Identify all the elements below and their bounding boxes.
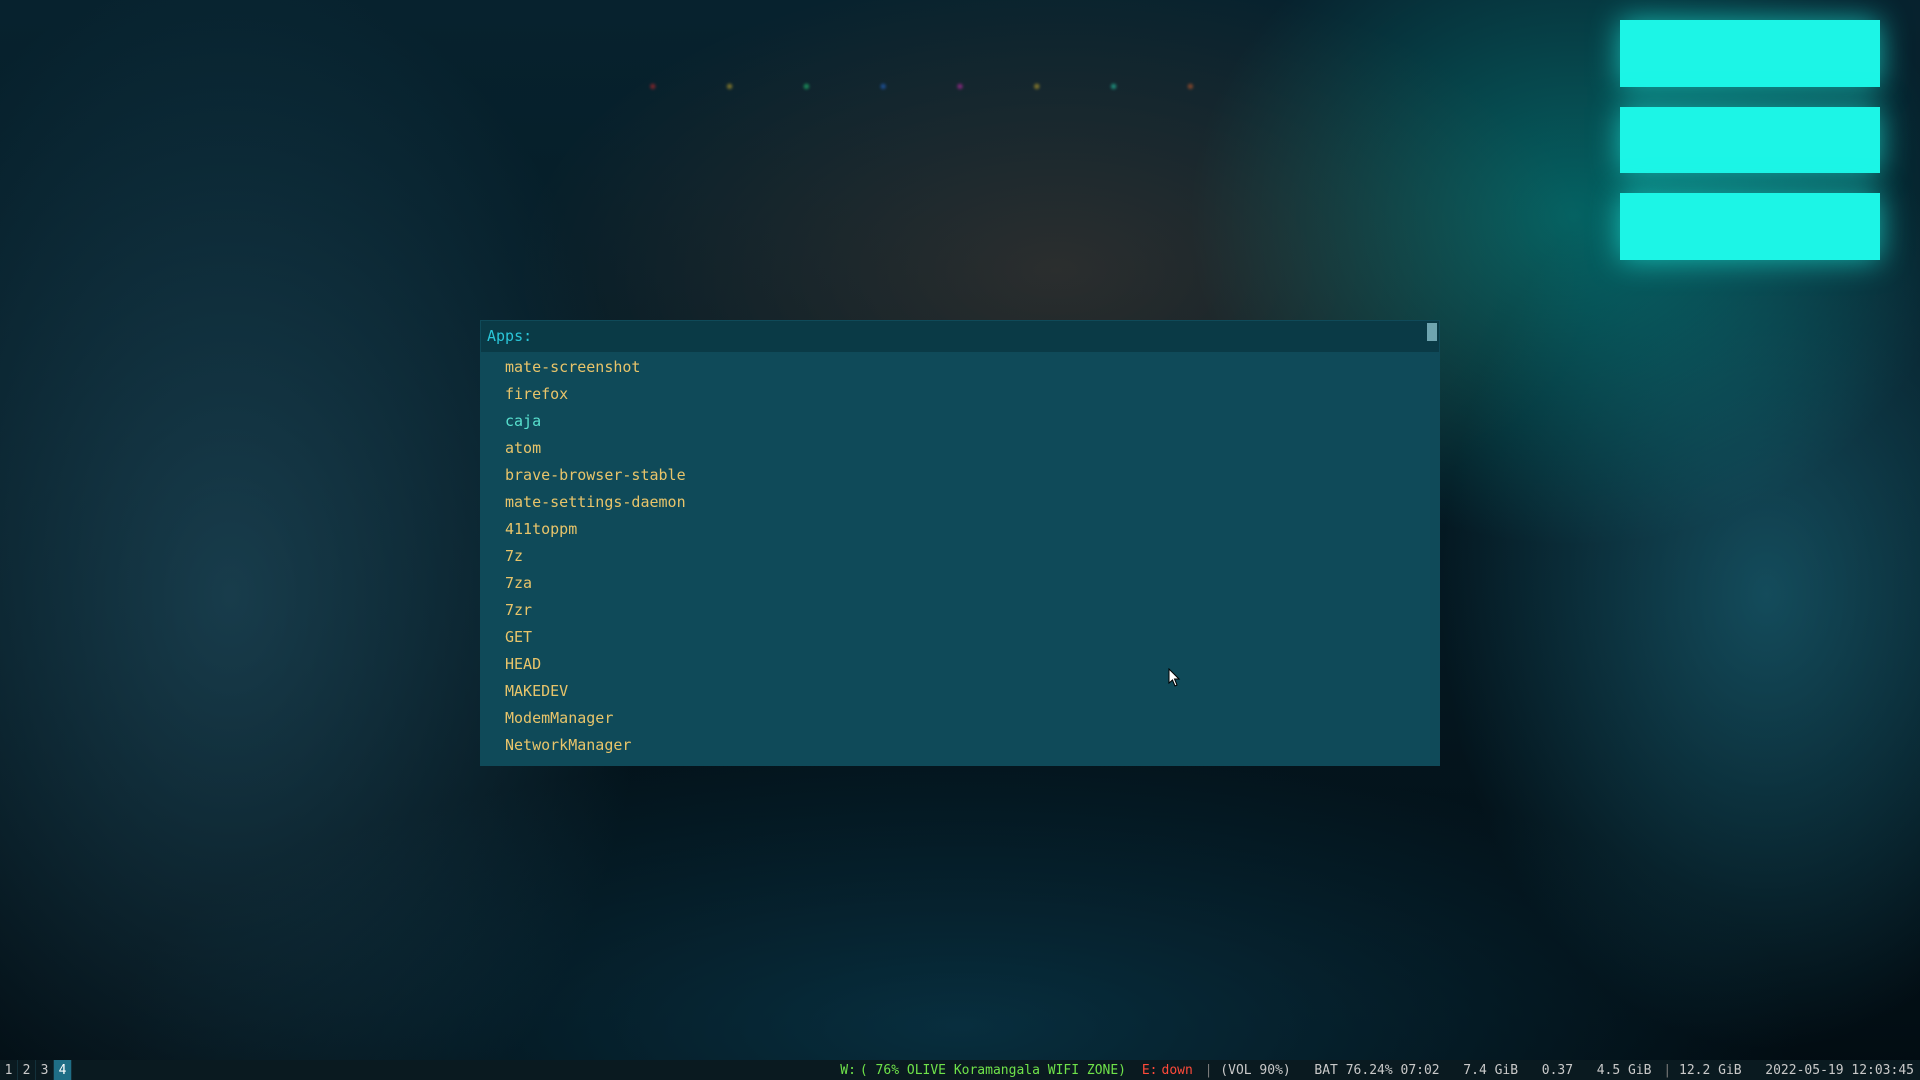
launcher-item[interactable]: ModemManager — [481, 705, 1439, 732]
launcher-item[interactable]: GET — [481, 624, 1439, 651]
workspace-4[interactable]: 4 — [54, 1060, 72, 1080]
launcher-item[interactable]: 7zr — [481, 597, 1439, 624]
status-disk-used: 4.5 GiB — [1595, 1063, 1654, 1078]
launcher-item[interactable]: 411toppm — [481, 516, 1439, 543]
app-launcher: Apps: mate-screenshotfirefoxcajaatombrav… — [480, 320, 1440, 766]
launcher-item[interactable]: atom — [481, 435, 1439, 462]
launcher-item[interactable]: HEAD — [481, 651, 1439, 678]
status-eth-label: E: — [1140, 1063, 1160, 1078]
status-wifi-value: ( 76% OLIVE Koramangala WIFI ZONE) — [858, 1063, 1128, 1078]
launcher-item[interactable]: MAKEDEV — [481, 678, 1439, 705]
launcher-scrollbar[interactable] — [1427, 323, 1437, 341]
wallpaper-neon-decor — [1620, 0, 1880, 260]
launcher-item[interactable]: caja — [481, 408, 1439, 435]
launcher-item[interactable]: brave-browser-stable — [481, 462, 1439, 489]
status-load: 0.37 — [1540, 1063, 1575, 1078]
workspace-2[interactable]: 2 — [18, 1060, 36, 1080]
status-bar: 1234 W: ( 76% OLIVE Koramangala WIFI ZON… — [0, 1060, 1920, 1080]
status-right: W: ( 76% OLIVE Koramangala WIFI ZONE) E:… — [838, 1063, 1920, 1078]
launcher-prompt-row: Apps: — [481, 321, 1439, 352]
launcher-item[interactable]: 7z — [481, 543, 1439, 570]
launcher-item[interactable]: mate-screenshot — [481, 354, 1439, 381]
launcher-input[interactable] — [542, 323, 1433, 350]
status-mem: 7.4 GiB — [1461, 1063, 1520, 1078]
status-eth-value: down — [1160, 1063, 1195, 1078]
status-disk-total: 12.2 GiB — [1654, 1063, 1744, 1078]
status-volume: (VOL 90%) — [1195, 1063, 1293, 1078]
launcher-item[interactable]: mate-settings-daemon — [481, 489, 1439, 516]
status-datetime: 2022-05-19 12:03:45 — [1763, 1063, 1916, 1078]
workspace-1[interactable]: 1 — [0, 1060, 18, 1080]
launcher-prompt-label: Apps: — [487, 323, 532, 350]
launcher-item[interactable]: 7za — [481, 570, 1439, 597]
status-wifi-label: W: — [838, 1063, 858, 1078]
launcher-item[interactable]: NetworkManager — [481, 732, 1439, 759]
launcher-list: mate-screenshotfirefoxcajaatombrave-brow… — [481, 352, 1439, 765]
launcher-item[interactable]: firefox — [481, 381, 1439, 408]
workspace-3[interactable]: 3 — [36, 1060, 54, 1080]
workspace-switcher: 1234 — [0, 1060, 72, 1080]
status-battery: BAT 76.24% 07:02 — [1312, 1063, 1441, 1078]
